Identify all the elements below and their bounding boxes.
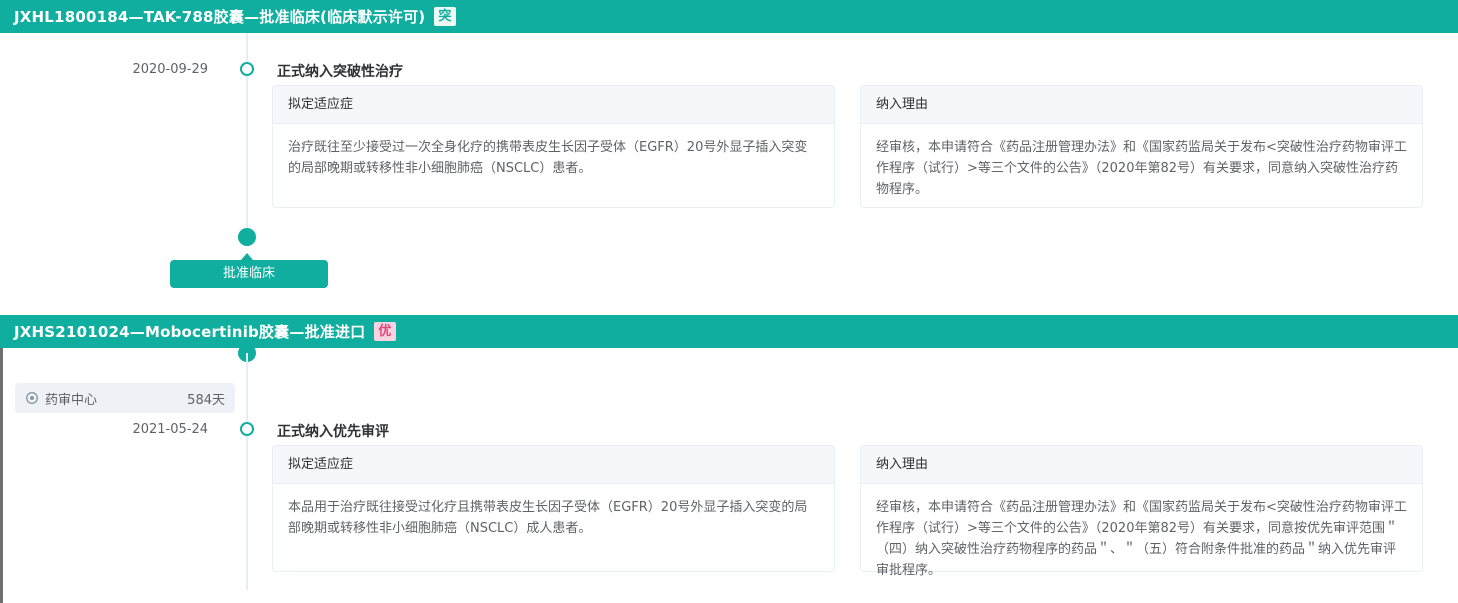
timeline-line [246, 353, 248, 590]
review-agency-item: 药审中心 584天 [15, 383, 235, 413]
agency-name: 药审中心 [45, 389, 97, 408]
card-title: 纳入理由 [861, 86, 1422, 124]
record-header-bar-1: JXHL1800184—TAK-788胶囊—批准临床(临床默示许可) 突 [0, 0, 1458, 33]
record-header-bar-2: JXHS2101024—Mobocertinib胶囊—批准进口 优 [0, 315, 1458, 348]
location-icon [25, 391, 39, 405]
record-title: JXHS2101024—Mobocertinib胶囊—批准进口 [14, 321, 365, 342]
timeline-milestone-dot [238, 228, 256, 246]
timeline-date: 2021-05-24 [90, 422, 208, 437]
agency-duration: 584天 [187, 389, 225, 408]
indication-card: 拟定适应症 治疗既往至少接受过一次全身化疗的携带表皮生长因子受体（EGFR）20… [272, 85, 835, 208]
drug-registration-timeline-panel: JXHL1800184—TAK-788胶囊—批准临床(临床默示许可) 突 202… [0, 0, 1458, 603]
card-body-text: 治疗既往至少接受过一次全身化疗的携带表皮生长因子受体（EGFR）20号外显子插入… [273, 124, 834, 179]
priority-review-badge: 优 [374, 322, 395, 341]
milestone-tag-arrow [241, 253, 253, 260]
card-title: 拟定适应症 [273, 446, 834, 484]
card-body-text: 经审核，本申请符合《药品注册管理办法》和《国家药监局关于发布<突破性治疗药物审评… [861, 484, 1422, 581]
record-title: JXHL1800184—TAK-788胶囊—批准临床(临床默示许可) [14, 6, 425, 27]
timeline-date: 2020-09-29 [90, 62, 208, 77]
card-title: 拟定适应症 [273, 86, 834, 124]
panel-left-edge [0, 348, 3, 603]
card-body-text: 经审核，本申请符合《药品注册管理办法》和《国家药监局关于发布<突破性治疗药物审评… [861, 124, 1422, 200]
card-body-text: 本品用于治疗既往接受过化疗且携带表皮生长因子受体（EGFR）20号外显子插入突变… [273, 484, 834, 539]
breakthrough-therapy-badge: 突 [434, 7, 455, 26]
timeline-event-title: 正式纳入突破性治疗 [277, 61, 403, 81]
indication-card: 拟定适应症 本品用于治疗既往接受过化疗且携带表皮生长因子受体（EGFR）20号外… [272, 445, 835, 572]
inclusion-reason-card: 纳入理由 经审核，本申请符合《药品注册管理办法》和《国家药监局关于发布<突破性治… [860, 85, 1423, 208]
timeline-node-icon [240, 422, 254, 436]
timeline-event-title: 正式纳入优先审评 [277, 421, 389, 441]
milestone-status-tag: 批准临床 [170, 260, 328, 288]
timeline-node-icon [240, 62, 254, 76]
card-title: 纳入理由 [861, 446, 1422, 484]
inclusion-reason-card: 纳入理由 经审核，本申请符合《药品注册管理办法》和《国家药监局关于发布<突破性治… [860, 445, 1423, 572]
